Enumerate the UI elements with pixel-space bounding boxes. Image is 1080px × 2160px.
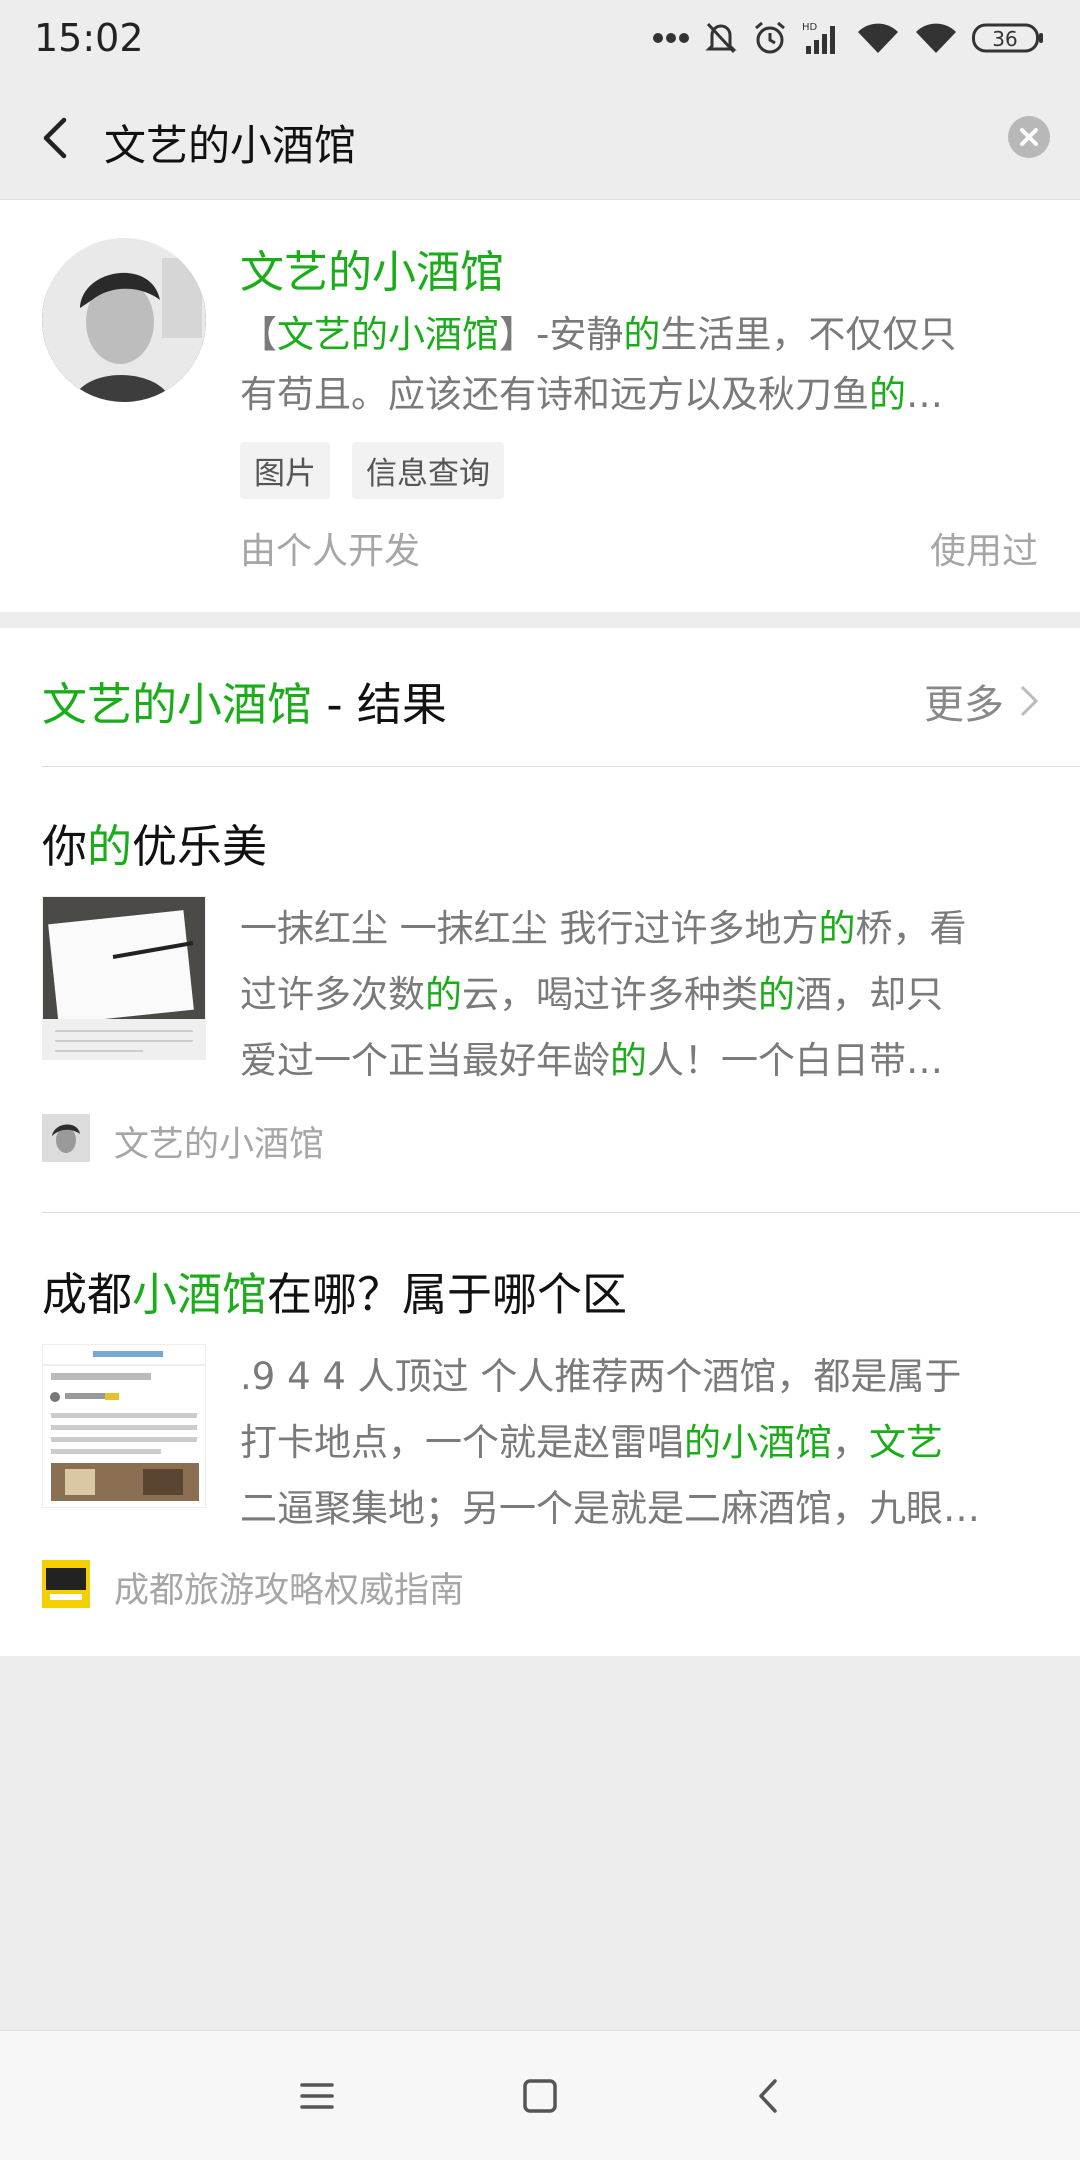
desc-line-1: 【文艺的小酒馆】-安静的生活里，不仅仅只 (240, 305, 1040, 365)
snippet-text: 爱过一个正当最好年龄 (240, 1039, 610, 1082)
signal-hd-icon: HD (802, 22, 835, 54)
snippet-line: .9 4 4 人顶过 个人推荐两个酒馆，都是属于 (240, 1344, 1040, 1410)
article-title[interactable]: 你的优乐美 (42, 810, 267, 875)
snippet-text: 桥，看 (855, 907, 967, 950)
wifi-icon-2 (916, 23, 956, 53)
close-icon (1020, 128, 1038, 146)
desc-text: … (906, 373, 943, 416)
title-text: 在哪？属于哪个区 (267, 1268, 628, 1321)
chengdu-logo (42, 1560, 90, 1608)
status-time: 15:02 (34, 16, 144, 60)
title-text: 成都 (42, 1268, 133, 1321)
snippet-highlight: 的 (610, 1039, 647, 1082)
snippet-highlight: 文艺 (869, 1421, 943, 1464)
alarm-icon (755, 21, 785, 54)
title-text: 优乐美 (132, 820, 268, 873)
home-button[interactable] (513, 2069, 567, 2123)
source-avatar-image (42, 1114, 90, 1162)
system-nav-bar (0, 2030, 1080, 2160)
desc-line-2: 有苟且。应该还有诗和远方以及秋刀鱼的… (240, 365, 1040, 425)
tag-info-query: 信息查询 (352, 442, 504, 499)
status-bar: 15:02 HD 36 (0, 0, 1080, 78)
title-text: 你 (42, 820, 88, 873)
snippet-text: 一抹红尘 一抹红尘 我行过许多地方 (240, 907, 819, 950)
app-name: 文艺的小酒馆 (240, 247, 504, 298)
article-screenshot-image (43, 1345, 205, 1507)
menu-icon (300, 2083, 334, 2109)
menu-button[interactable] (290, 2069, 344, 2123)
tag-list: 图片 信息查询 (240, 442, 504, 499)
article-results-card: 文艺的小酒馆 - 结果 更多 你的优乐美 一抹红尘 一抹红尘 我行过许多地方的桥… (0, 628, 1080, 1656)
svg-text:HD: HD (802, 22, 818, 33)
source-name[interactable]: 文艺的小酒馆 (114, 1116, 324, 1167)
snippet-line: 一抹红尘 一抹红尘 我行过许多地方的桥，看 (240, 896, 1040, 962)
snippet-line: 爱过一个正当最好年龄的人！一个白日带… (240, 1028, 1040, 1094)
back-arrow-icon (43, 117, 67, 159)
snippet-highlight: 的 (818, 907, 856, 950)
snippet-text: 二逼聚集地；另一个是就是二麻酒馆，九眼… (240, 1487, 980, 1530)
article-snippet: 一抹红尘 一抹红尘 我行过许多地方的桥，看 过许多次数的云，喝过许多种类的酒，却… (240, 896, 1040, 1094)
snippet-text: 人！一个白日带… (647, 1039, 943, 1082)
desc-highlight: 的 (623, 313, 661, 356)
portrait-image (42, 238, 206, 402)
more-dots-icon (653, 33, 689, 43)
source-avatar (42, 1560, 90, 1608)
divider (42, 1212, 1080, 1213)
home-square-icon (523, 2079, 557, 2113)
results-header-text: - 结果 (312, 678, 447, 731)
snippet-text: 云，喝过许多种类 (462, 973, 758, 1016)
desc-text: 【 (240, 313, 277, 356)
mute-bell-icon (705, 22, 737, 54)
back-triangle-icon (759, 2079, 777, 2113)
results-header: 文艺的小酒馆 - 结果 (42, 668, 447, 733)
more-button[interactable]: 更多 (924, 672, 1040, 730)
source-avatar (42, 1114, 90, 1162)
snippet-highlight: 的 (758, 973, 795, 1016)
article-title[interactable]: 成都小酒馆在哪？属于哪个区 (42, 1258, 627, 1323)
snippet-text: .9 4 4 人顶过 个人推荐两个酒馆，都是属于 (240, 1355, 962, 1398)
snippet-text: 过许多次数 (240, 973, 425, 1016)
desc-text: 生活里，不仅仅只 (660, 313, 957, 356)
used-label: 使用过 (929, 531, 1038, 572)
divider (42, 766, 1080, 767)
article-thumbnail[interactable] (42, 1344, 206, 1508)
snippet-text: 酒，却只 (795, 973, 943, 1016)
title-highlight: 的 (87, 820, 133, 873)
desc-text: 有苟且。应该还有诗和远方以及秋刀鱼 (240, 373, 869, 416)
search-query[interactable]: 文艺的小酒馆 (104, 112, 356, 173)
title-highlight: 小酒馆 (132, 1268, 268, 1321)
snippet-highlight: 的 (425, 973, 462, 1016)
app-description: 【文艺的小酒馆】-安静的生活里，不仅仅只 有苟且。应该还有诗和远方以及秋刀鱼的… (240, 305, 1040, 425)
more-label: 更多 (924, 682, 1004, 728)
battery-icon: 36 (972, 23, 1043, 53)
desc-highlight: 文艺的小酒馆 (277, 313, 499, 356)
desc-highlight: 的 (869, 373, 906, 416)
snippet-line: 二逼聚集地；另一个是就是二麻酒馆，九眼… (240, 1476, 1040, 1542)
article-snippet: .9 4 4 人顶过 个人推荐两个酒馆，都是属于 打卡地点，一个就是赵雷唱的小酒… (240, 1344, 1040, 1542)
article-thumbnail[interactable] (42, 896, 206, 1060)
tag-image: 图片 (240, 442, 330, 499)
desc-text: 】-安静 (499, 313, 624, 356)
clear-search-button[interactable] (1008, 116, 1050, 158)
snippet-text: ， (832, 1421, 869, 1464)
svg-text:36: 36 (992, 27, 1017, 51)
status-icons: HD 36 (652, 18, 1044, 58)
results-header-highlight: 文艺的小酒馆 (42, 678, 313, 731)
search-nav-bar: 文艺的小酒馆 (0, 78, 1080, 200)
app-avatar (42, 238, 206, 402)
snippet-text: 打卡地点，一个就是赵雷唱 (240, 1421, 684, 1464)
snippet-highlight: 的小酒馆 (684, 1421, 832, 1464)
notebook-image (43, 897, 205, 1059)
chevron-right-icon (1020, 685, 1039, 717)
developer-label: 由个人开发 (240, 531, 421, 572)
system-back-button[interactable] (741, 2069, 795, 2123)
source-name[interactable]: 成都旅游攻略权威指南 (114, 1562, 464, 1613)
back-button[interactable] (28, 108, 88, 168)
snippet-line: 打卡地点，一个就是赵雷唱的小酒馆，文艺 (240, 1410, 1040, 1476)
mini-program-card[interactable]: 文艺的小酒馆 【文艺的小酒馆】-安静的生活里，不仅仅只 有苟且。应该还有诗和远方… (0, 200, 1080, 612)
snippet-line: 过许多次数的云，喝过许多种类的酒，却只 (240, 962, 1040, 1028)
wifi-icon (858, 23, 898, 53)
